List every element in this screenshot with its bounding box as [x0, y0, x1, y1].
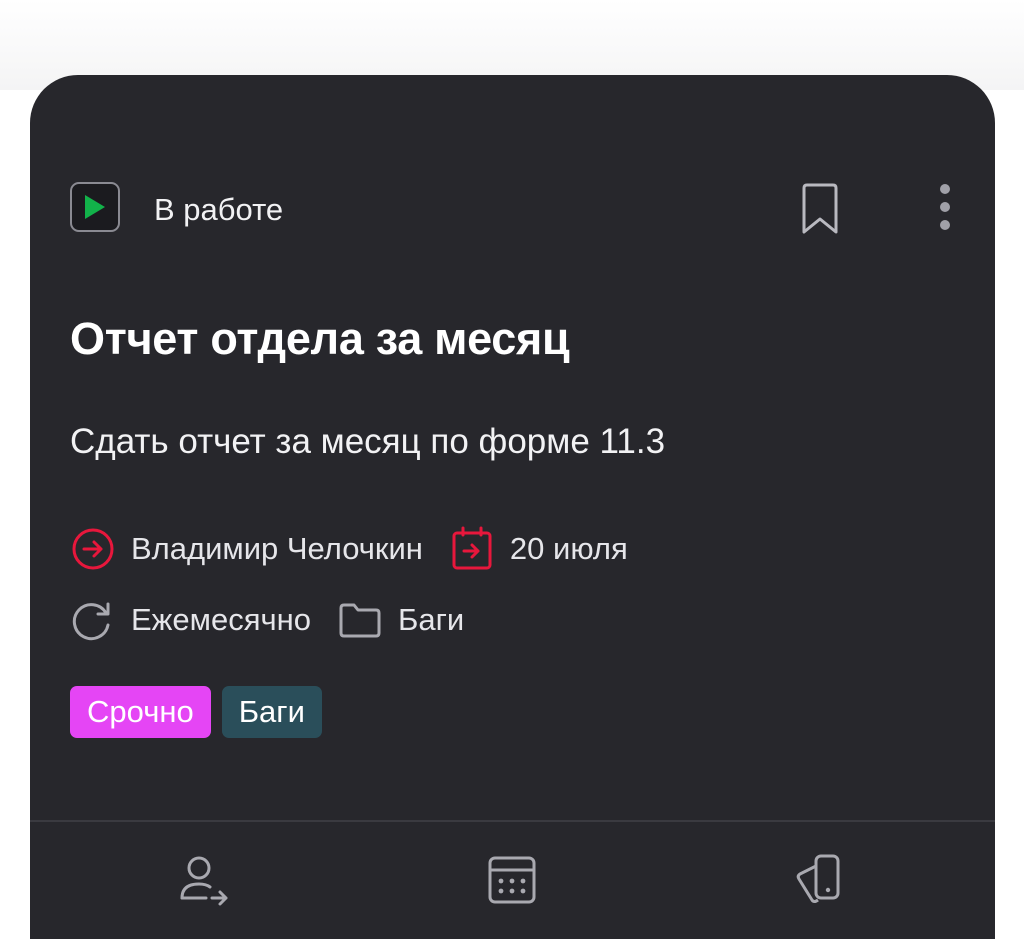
recurrence[interactable]: Ежемесячно: [70, 597, 311, 643]
calendar-button[interactable]: [482, 850, 542, 910]
recurrence-label: Ежемесячно: [131, 602, 312, 637]
stack-cards-icon: [796, 854, 840, 903]
meta-row-recurrence-folder: Ежемесячно Баги: [70, 596, 490, 644]
status-row: В работе: [70, 182, 955, 234]
more-vertical-icon: [940, 184, 950, 230]
due-date[interactable]: 20 июля: [449, 526, 628, 572]
divider: [30, 820, 995, 822]
status-label: В работе: [154, 192, 284, 227]
due-date-label: 20 июля: [509, 531, 628, 566]
play-glyph: [85, 195, 105, 219]
delegate-user-icon: [180, 856, 228, 906]
folder-label: Баги: [398, 602, 465, 637]
meta-row-assignee-date: Владимир Челочкин 20 июля: [70, 525, 654, 573]
calendar-icon: [488, 856, 536, 904]
task-title: Отчет отдела за месяц: [70, 313, 570, 364]
repeat-icon: [70, 597, 116, 643]
stack-button[interactable]: [790, 850, 850, 910]
tag-bugs[interactable]: Баги: [221, 686, 322, 738]
delegate-button[interactable]: [174, 850, 234, 910]
bookmark-button[interactable]: [798, 182, 842, 240]
folder[interactable]: Баги: [337, 597, 464, 643]
tag-urgent[interactable]: Срочно: [70, 686, 211, 738]
more-button[interactable]: [928, 182, 962, 240]
task-description: Сдать отчет за месяц по форме 11.3: [70, 422, 666, 461]
calendar-arrow-icon: [449, 526, 495, 572]
assignee[interactable]: Владимир Челочкин: [70, 526, 423, 572]
tag-list: Срочно Баги: [70, 686, 333, 738]
play-status-icon[interactable]: [70, 182, 120, 232]
bookmark-icon: [802, 183, 838, 234]
folder-icon: [337, 597, 383, 643]
arrow-right-circle-icon: [70, 526, 116, 572]
bottom-action-bar: [30, 850, 995, 920]
assignee-name: Владимир Челочкин: [131, 531, 423, 566]
task-card: В работе Отчет отдела за месяц Сдать отч…: [30, 75, 995, 939]
